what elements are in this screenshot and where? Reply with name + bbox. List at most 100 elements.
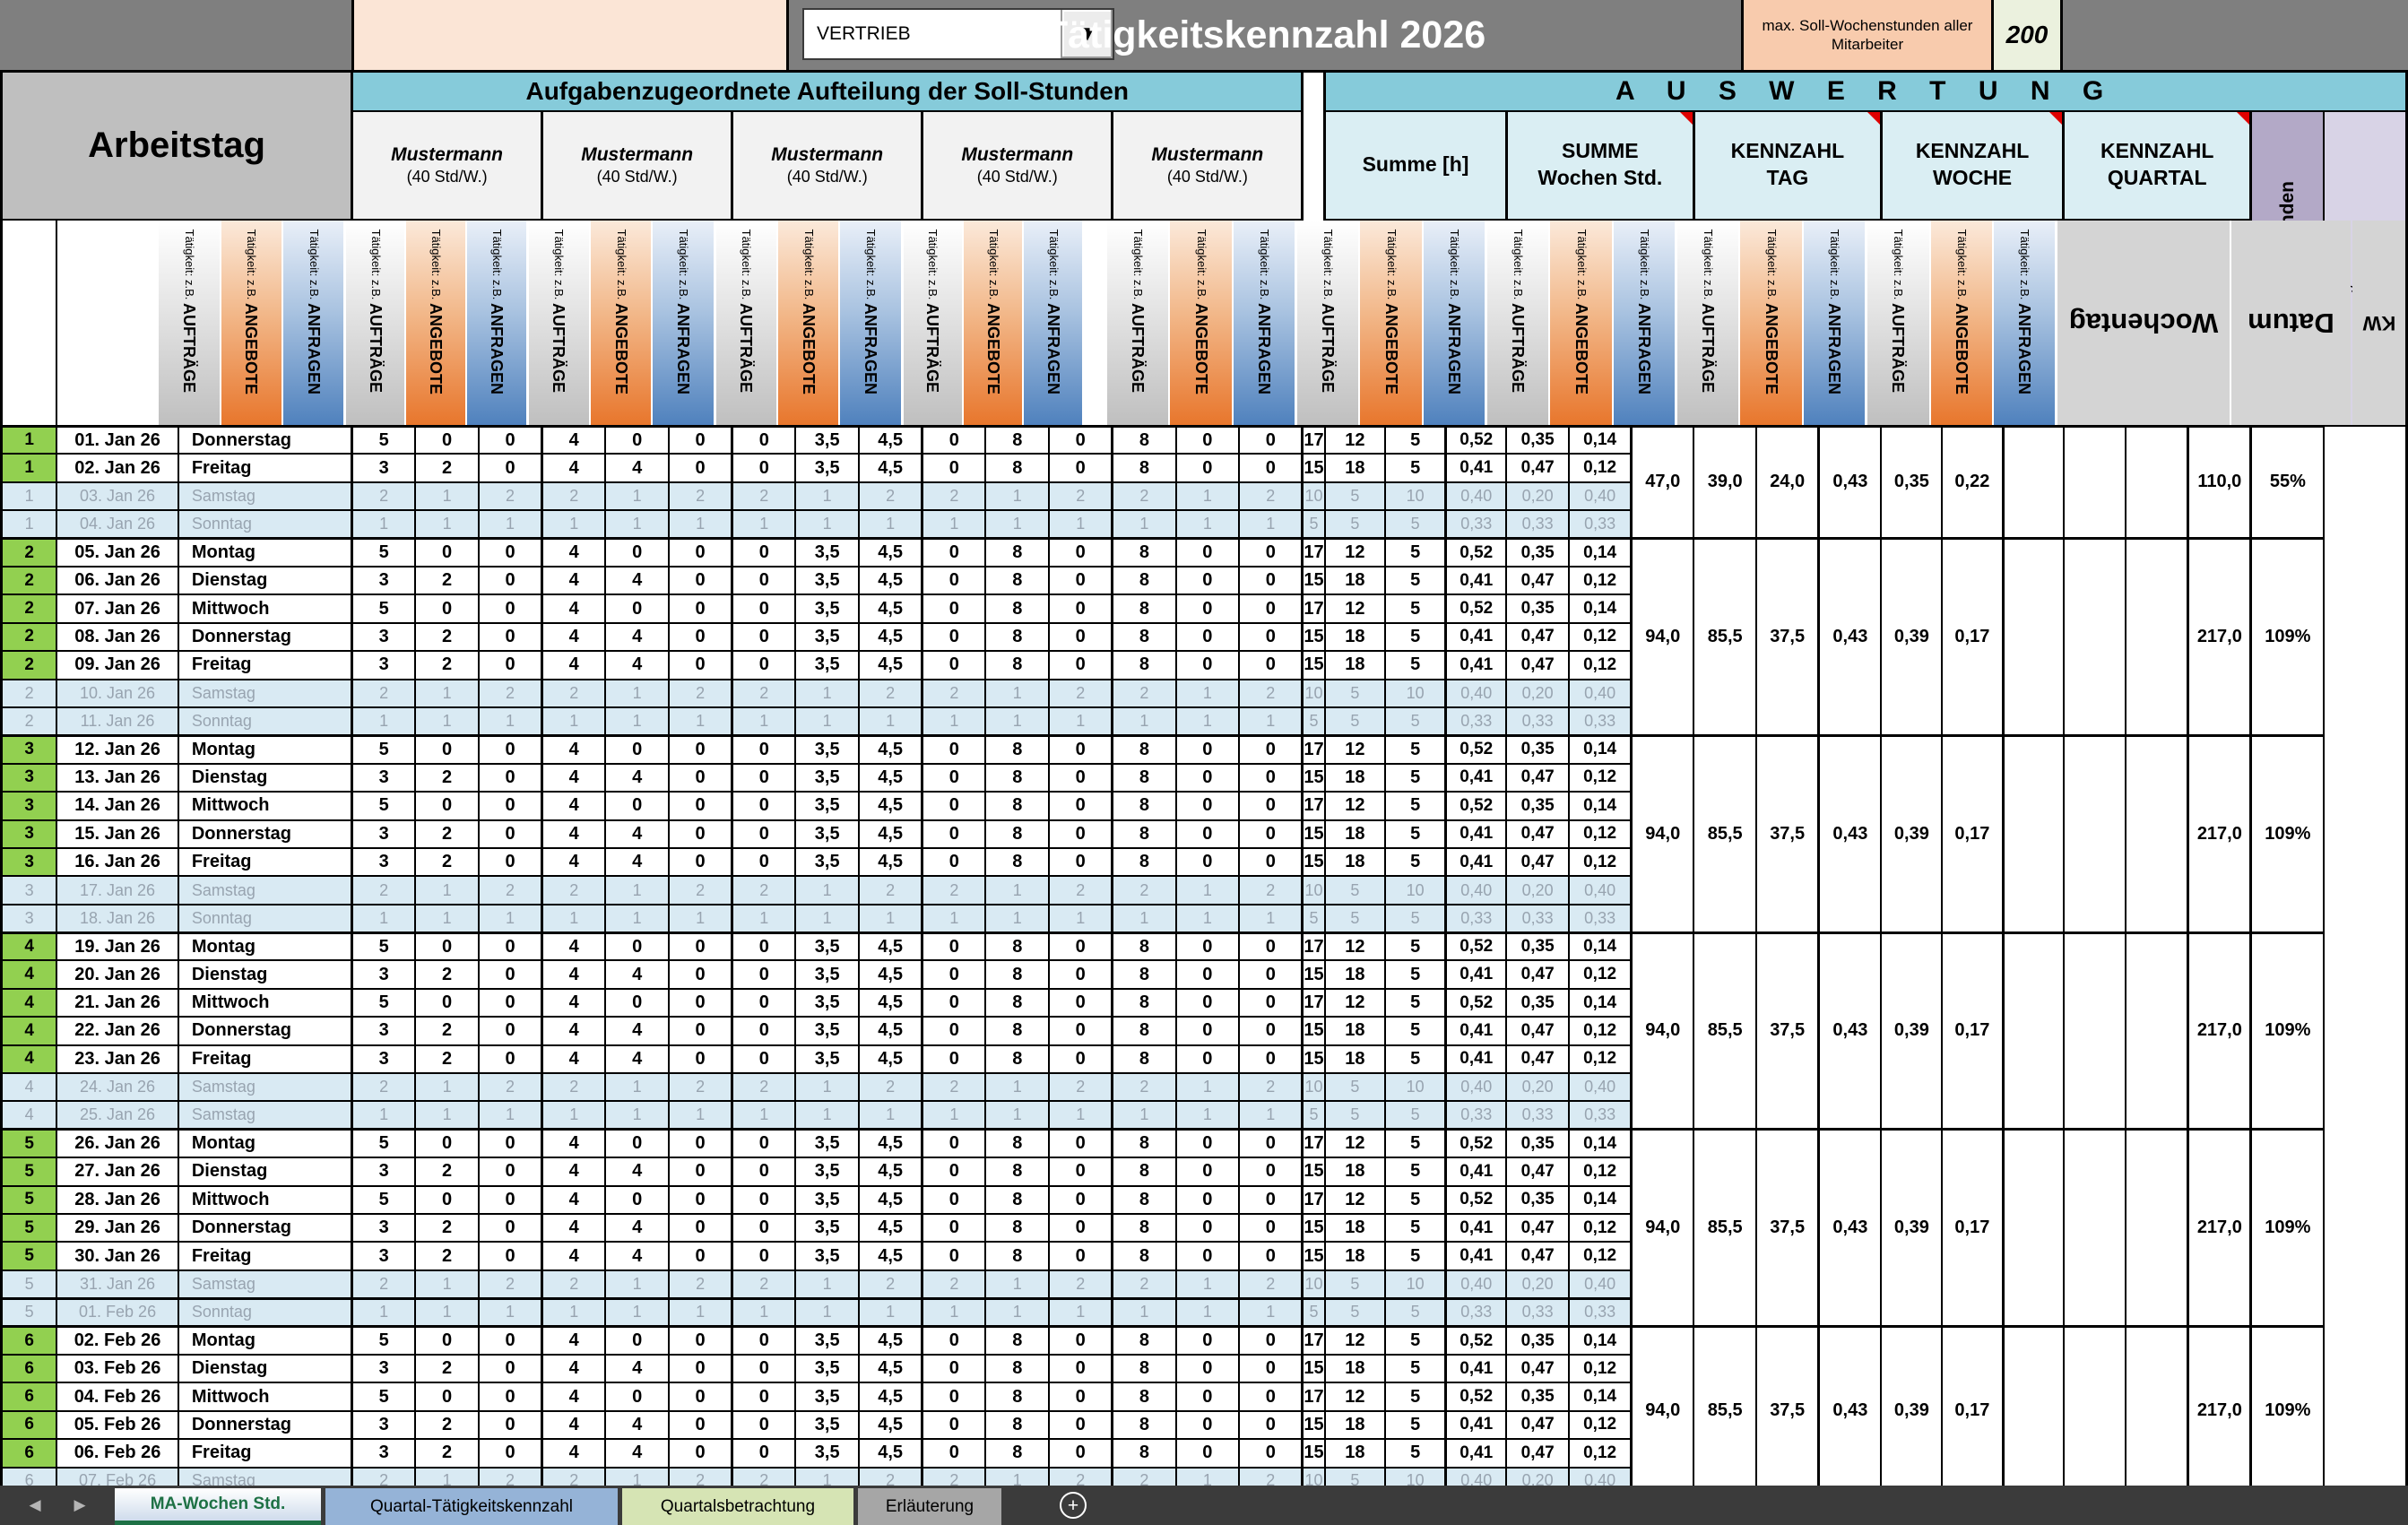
cell-activity-hours[interactable]: 4,5 — [859, 960, 922, 988]
cell-sum-hours[interactable]: 18 — [1325, 1017, 1386, 1044]
cell-activity-hours[interactable]: 1 — [669, 1101, 732, 1129]
cell-ks-stunden[interactable]: 217,0 — [2188, 539, 2251, 736]
cell-date[interactable]: 25. Jan 26 — [56, 1101, 178, 1129]
cell-kennzahl-tag[interactable]: 0,20 — [1506, 482, 1569, 510]
cell-activity-hours[interactable]: 2 — [479, 1073, 542, 1101]
cell-day[interactable]: Freitag — [178, 1439, 352, 1467]
cell-activity-hours[interactable]: 1 — [415, 1073, 479, 1101]
cell-activity-hours[interactable]: 0 — [415, 1186, 479, 1214]
cell-kw[interactable]: 6 — [2, 1327, 57, 1355]
cell-kennzahl-woche[interactable]: 0,39 — [1881, 735, 1942, 932]
cell-activity-hours[interactable]: 0 — [669, 651, 732, 679]
cell-activity-hours[interactable]: 3,5 — [795, 792, 859, 819]
cell-activity-hours[interactable]: 4 — [605, 1355, 669, 1382]
cell-activity-hours[interactable]: 1 — [415, 680, 479, 707]
cell-kennzahl-tag[interactable]: 0,41 — [1446, 764, 1507, 792]
cell-activity-hours[interactable]: 1 — [1176, 707, 1240, 735]
cell-sum-hours[interactable]: 18 — [1325, 1411, 1386, 1439]
cell-activity-hours[interactable]: 4 — [605, 623, 669, 651]
cell-kennzahl-quartal[interactable] — [2064, 735, 2126, 932]
cell-sum-hours[interactable]: 5 — [1385, 1045, 1446, 1073]
next-sheet-icon[interactable]: ▶ — [74, 1496, 85, 1514]
cell-date[interactable]: 02. Jan 26 — [56, 454, 178, 481]
cell-activity-hours[interactable]: 1 — [859, 1298, 922, 1326]
cell-kennzahl-woche[interactable]: 0,17 — [1942, 1130, 2003, 1327]
cell-kw[interactable]: 4 — [2, 960, 57, 988]
cell-activity-hours[interactable]: 0 — [479, 735, 542, 763]
cell-sum-hours[interactable]: 10 — [1303, 680, 1325, 707]
cell-kennzahl-quartal[interactable] — [2003, 932, 2064, 1130]
cell-kennzahl-tag[interactable]: 0,35 — [1506, 1130, 1569, 1157]
cell-activity-hours[interactable]: 4 — [542, 1157, 606, 1185]
cell-activity-hours[interactable]: 0 — [1239, 1327, 1303, 1355]
cell-activity-hours[interactable]: 8 — [1113, 651, 1176, 679]
cell-activity-hours[interactable]: 2 — [859, 482, 922, 510]
cell-activity-hours[interactable]: 0 — [479, 1439, 542, 1467]
cell-activity-hours[interactable]: 2 — [1113, 482, 1176, 510]
cell-activity-hours[interactable]: 0 — [1176, 1045, 1240, 1073]
cell-activity-hours[interactable]: 0 — [479, 1382, 542, 1410]
cell-activity-hours[interactable]: 1 — [795, 1101, 859, 1129]
tab-quartalsbetrachtung[interactable]: Quartalsbetrachtung — [622, 1488, 853, 1525]
cell-activity-hours[interactable]: 4 — [542, 1411, 606, 1439]
cell-kennzahl-quartal[interactable] — [2064, 932, 2126, 1130]
cell-activity-hours[interactable]: 0 — [1049, 932, 1113, 960]
cell-activity-hours[interactable]: 0 — [669, 1411, 732, 1439]
cell-kennzahl-tag[interactable]: 0,41 — [1446, 1214, 1507, 1242]
cell-sum-hours[interactable]: 18 — [1325, 1045, 1386, 1073]
cell-activity-hours[interactable]: 4 — [542, 1327, 606, 1355]
cell-activity-hours[interactable]: 0 — [732, 1242, 796, 1269]
cell-kennzahl-tag[interactable]: 0,47 — [1506, 1439, 1569, 1467]
cell-kennzahl-tag[interactable]: 0,12 — [1569, 623, 1632, 651]
cell-activity-hours[interactable]: 3 — [352, 764, 416, 792]
cell-ks-stunden[interactable]: 217,0 — [2188, 1130, 2251, 1327]
cell-activity-hours[interactable]: 8 — [1113, 1017, 1176, 1044]
cell-activity-hours[interactable]: 2 — [1113, 1270, 1176, 1298]
cell-activity-hours[interactable]: 1 — [922, 707, 986, 735]
cell-activity-hours[interactable]: 2 — [479, 876, 542, 904]
cell-sum-hours[interactable]: 18 — [1325, 960, 1386, 988]
cell-day[interactable]: Samstag — [178, 1101, 352, 1129]
cell-activity-hours[interactable]: 1 — [1049, 510, 1113, 538]
cell-activity-hours[interactable]: 0 — [1239, 594, 1303, 622]
cell-kennzahl-tag[interactable]: 0,12 — [1569, 1214, 1632, 1242]
cell-kw[interactable]: 5 — [2, 1298, 57, 1326]
cell-activity-hours[interactable]: 1 — [669, 905, 732, 932]
cell-kennzahl-tag[interactable]: 0,12 — [1569, 848, 1632, 876]
cell-sum-hours[interactable]: 17 — [1303, 1382, 1325, 1410]
cell-activity-hours[interactable]: 5 — [352, 426, 416, 454]
cell-activity-hours[interactable]: 2 — [415, 848, 479, 876]
cell-kennzahl-tag[interactable]: 0,47 — [1506, 623, 1569, 651]
cell-summe-woche[interactable]: 39,0 — [1693, 426, 1756, 539]
cell-summe-woche[interactable]: 94,0 — [1632, 1327, 1694, 1495]
cell-activity-hours[interactable]: 2 — [732, 1073, 796, 1101]
cell-sum-hours[interactable]: 12 — [1325, 1327, 1386, 1355]
cell-sum-hours[interactable]: 18 — [1325, 1355, 1386, 1382]
cell-kennzahl-tag[interactable]: 0,40 — [1569, 680, 1632, 707]
cell-activity-hours[interactable]: 2 — [922, 876, 986, 904]
cell-activity-hours[interactable]: 1 — [1176, 510, 1240, 538]
cell-activity-hours[interactable]: 8 — [985, 1439, 1049, 1467]
cell-activity-hours[interactable]: 4,5 — [859, 1186, 922, 1214]
cell-day[interactable]: Samstag — [178, 1270, 352, 1298]
cell-activity-hours[interactable]: 0 — [605, 1130, 669, 1157]
cell-activity-hours[interactable]: 1 — [795, 510, 859, 538]
cell-activity-hours[interactable]: 5 — [352, 792, 416, 819]
cell-kennzahl-tag[interactable]: 0,52 — [1446, 1130, 1507, 1157]
cell-summe-woche[interactable]: 37,5 — [1756, 1327, 1819, 1495]
cell-activity-hours[interactable]: 0 — [669, 1157, 732, 1185]
cell-activity-hours[interactable]: 5 — [352, 539, 416, 567]
max-hours-value[interactable]: 200 — [1994, 0, 2063, 70]
cell-kw[interactable]: 4 — [2, 1073, 57, 1101]
cell-activity-hours[interactable]: 2 — [352, 1073, 416, 1101]
cell-activity-hours[interactable]: 4 — [542, 1242, 606, 1269]
cell-activity-hours[interactable]: 1 — [605, 1073, 669, 1101]
cell-activity-hours[interactable]: 0 — [1049, 1017, 1113, 1044]
cell-activity-hours[interactable]: 2 — [415, 567, 479, 594]
cell-activity-hours[interactable]: 0 — [1049, 1186, 1113, 1214]
cell-kw[interactable]: 3 — [2, 848, 57, 876]
cell-day[interactable]: Donnerstag — [178, 623, 352, 651]
cell-activity-hours[interactable]: 0 — [479, 1045, 542, 1073]
cell-activity-hours[interactable]: 3 — [352, 1355, 416, 1382]
cell-activity-hours[interactable]: 4,5 — [859, 1327, 922, 1355]
